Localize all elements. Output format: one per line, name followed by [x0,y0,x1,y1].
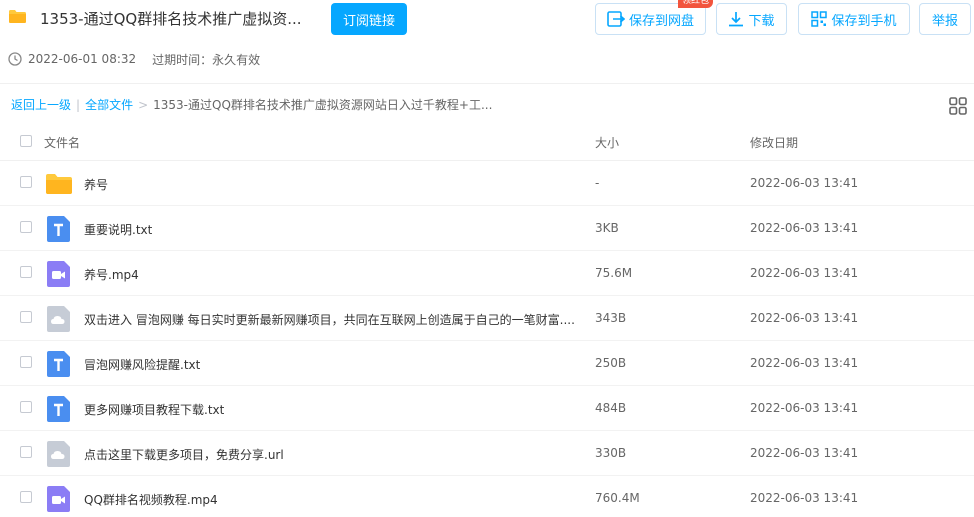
breadcrumb-separator: | [76,98,81,112]
table-row[interactable]: 点击这里下载更多项目，免费分享.url 330B 2022-06-03 13:4… [0,431,974,476]
file-size: 760.4M [595,491,640,505]
file-name[interactable]: 更多网赚项目教程下载.txt [84,401,224,418]
table-row[interactable]: 双击进入 冒泡网赚 每日实时更新最新网赚项目，共同在互联网上创造属于自己的一笔财… [0,296,974,341]
file-size: 343B [595,311,627,325]
expire-time: 过期时间：永久有效 [152,52,261,67]
row-checkbox[interactable] [20,491,32,503]
file-name[interactable]: 双击进入 冒泡网赚 每日实时更新最新网赚项目，共同在互联网上创造属于自己的一笔财… [84,311,575,328]
row-checkbox[interactable] [20,356,32,368]
cloud-file-icon [47,441,70,467]
row-checkbox[interactable] [20,176,32,188]
file-date: 2022-06-03 13:41 [750,266,859,280]
table-row[interactable]: 更多网赚项目教程下载.txt 484B 2022-06-03 13:41 [0,386,974,431]
file-date: 2022-06-03 13:41 [750,176,859,190]
file-name[interactable]: QQ群排名视频教程.mp4 [84,491,218,508]
download-label: 下载 [748,13,775,29]
created-time: 2022-06-01 08:32 [28,52,137,66]
video-file-icon [47,261,70,287]
video-file-icon [47,486,70,512]
back-link[interactable]: 返回上一级 [11,98,71,112]
save-to-phone-button[interactable]: 保存到手机 [798,3,910,35]
cloud-file-icon [47,306,70,332]
file-name[interactable]: 重要说明.txt [84,221,152,238]
file-name[interactable]: 点击这里下载更多项目，免费分享.url [84,446,284,463]
row-checkbox[interactable] [20,221,32,233]
column-date[interactable]: 修改日期 [750,134,798,151]
row-checkbox[interactable] [20,401,32,413]
file-name[interactable]: 养号 [84,176,108,193]
column-size[interactable]: 大小 [595,134,619,151]
table-row[interactable]: 重要说明.txt 3KB 2022-06-03 13:41 [0,206,974,251]
text-file-icon [47,216,70,242]
row-checkbox[interactable] [20,311,32,323]
row-checkbox[interactable] [20,266,32,278]
table-row[interactable]: 养号 - 2022-06-03 13:41 [0,161,974,206]
file-size: 484B [595,401,627,415]
clock-icon [8,52,22,66]
file-size: 75.6M [595,266,633,280]
save-cloud-icon [607,11,625,27]
file-size: 330B [595,446,627,460]
all-files-link[interactable]: 全部文件 [85,98,133,112]
download-icon [729,12,744,27]
breadcrumb-arrow: > [138,98,149,112]
breadcrumb: 返回上一级 | 全部文件 >1353-通过QQ群排名技术推广虚拟资源网站日入过千教程+… [11,96,492,113]
red-packet-badge[interactable]: 领红包 [678,0,714,8]
table-row[interactable]: 养号.mp4 75.6M 2022-06-03 13:41 [0,251,974,296]
table-row[interactable]: QQ群排名视频教程.mp4 760.4M 2022-06-03 13:41 [0,476,974,517]
folder-icon [9,10,26,23]
save-to-phone-label: 保存到手机 [831,13,897,29]
report-button[interactable]: 举报 [919,3,971,35]
text-file-icon [47,351,70,377]
page-title: 1353-通过QQ群排名技术推广虚拟资... [40,10,302,28]
current-folder: 1353-通过QQ群排名技术推广虚拟资源网站日入过千教程+工... [153,98,493,112]
file-date: 2022-06-03 13:41 [750,491,859,505]
subscribe-link-button[interactable]: 订阅链接 [331,3,407,35]
file-date: 2022-06-03 13:41 [750,356,859,370]
row-checkbox[interactable] [20,446,32,458]
file-size: 250B [595,356,627,370]
qr-code-icon [811,11,828,27]
file-date: 2022-06-03 13:41 [750,311,859,325]
grid-view-icon[interactable] [949,97,967,115]
folder-icon [46,174,72,194]
download-button[interactable]: 下载 [716,3,787,35]
share-meta: 2022-06-01 08:32 过期时间：永久有效 [8,51,260,67]
file-size: - [595,176,600,190]
file-size: 3KB [595,221,619,235]
file-date: 2022-06-03 13:41 [750,401,859,415]
table-row[interactable]: 冒泡网赚风险提醒.txt 250B 2022-06-03 13:41 [0,341,974,386]
column-name[interactable]: 文件名 [44,134,80,151]
share-header: 1353-通过QQ群排名技术推广虚拟资... 订阅链接 保存到网盘 领红包 下载… [0,0,974,42]
select-all-checkbox[interactable] [20,135,32,147]
file-name[interactable]: 冒泡网赚风险提醒.txt [84,356,200,373]
text-file-icon [47,396,70,422]
file-date: 2022-06-03 13:41 [750,221,859,235]
save-to-cloud-label: 保存到网盘 [628,13,694,29]
file-table-header: 文件名 大小 修改日期 [0,120,974,161]
file-name[interactable]: 养号.mp4 [84,266,139,283]
file-date: 2022-06-03 13:41 [750,446,859,460]
divider [0,83,974,84]
